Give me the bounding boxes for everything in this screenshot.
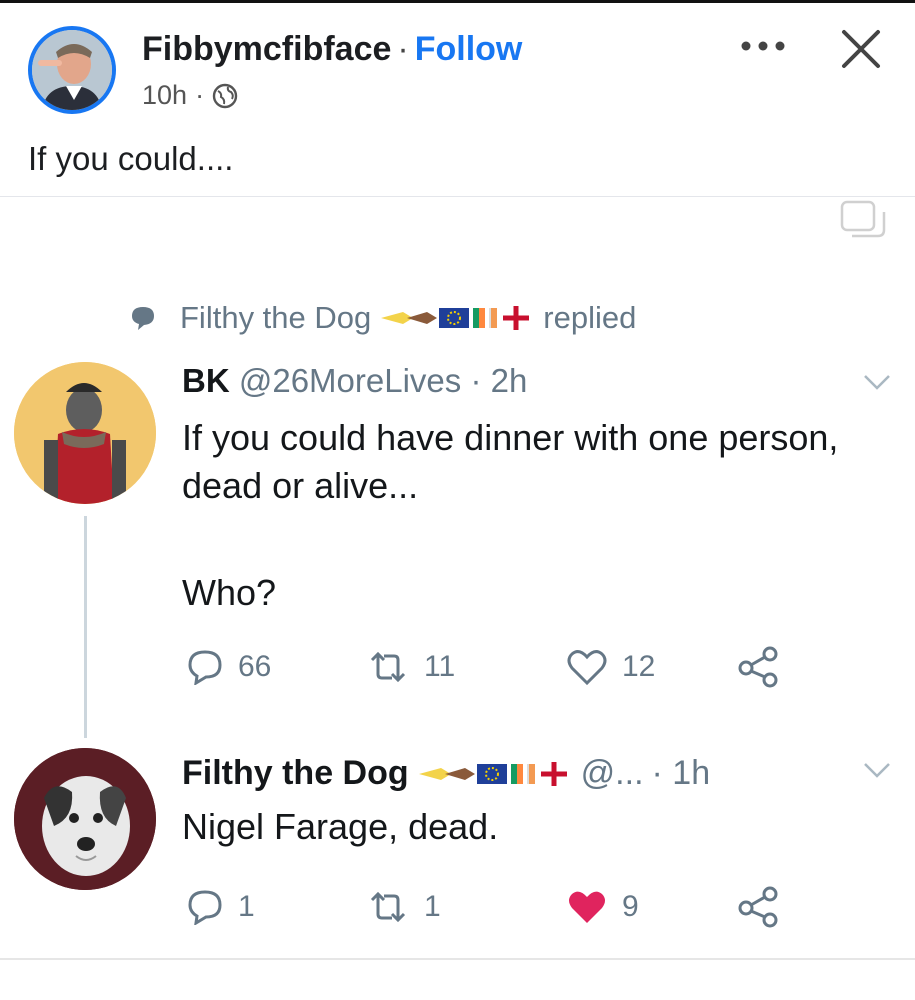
replier-name[interactable]: Filthy the Dog bbox=[180, 300, 371, 336]
tweet1-retweet-button[interactable]: 11 bbox=[366, 650, 566, 684]
tweet2-reply-count: 1 bbox=[238, 890, 255, 923]
name-separator: · bbox=[397, 30, 409, 68]
tweet2-retweet-button[interactable]: 1 bbox=[366, 890, 566, 924]
post-time[interactable]: 10h bbox=[142, 80, 187, 111]
follow-button[interactable]: Follow bbox=[415, 30, 523, 68]
tweet1-actions: 66 11 12 bbox=[186, 646, 782, 688]
tweet1-time[interactable]: · 2h bbox=[470, 362, 527, 399]
tweet1-like-button[interactable]: 12 bbox=[566, 648, 736, 686]
bk-avatar-icon bbox=[14, 362, 156, 504]
tweet1-reply-button[interactable]: 66 bbox=[186, 649, 366, 685]
speech-bubble-icon bbox=[132, 307, 154, 330]
replied-label: replied bbox=[543, 300, 637, 335]
tweet2-like-button[interactable]: 9 bbox=[566, 888, 736, 926]
filthy-the-dog-avatar[interactable] bbox=[14, 748, 156, 890]
avatar-photo-icon bbox=[32, 30, 112, 110]
tweet1-reply-count: 66 bbox=[238, 650, 272, 683]
tweet1-like-count: 12 bbox=[622, 650, 656, 683]
tweet1-question: Who? bbox=[182, 572, 277, 613]
tweet2-handle[interactable]: @... bbox=[581, 754, 644, 793]
tweet2-text: Nigel Farage, dead. bbox=[182, 806, 499, 847]
share-icon[interactable] bbox=[736, 886, 782, 928]
flags-emoji-icon bbox=[381, 306, 530, 330]
bk-avatar[interactable] bbox=[14, 362, 156, 504]
share-icon[interactable] bbox=[736, 646, 782, 688]
post-author-row: Fibbymcfibface · Follow bbox=[142, 30, 522, 69]
tweet2-author-name[interactable]: Filthy the Dog bbox=[182, 754, 409, 793]
tweet2-emoji-strip bbox=[415, 759, 575, 789]
more-options-icon[interactable] bbox=[738, 36, 788, 56]
meta-separator: · bbox=[195, 80, 205, 110]
tweet2-reply-button[interactable]: 1 bbox=[186, 889, 366, 925]
thread-line bbox=[84, 516, 87, 738]
profile-avatar[interactable] bbox=[28, 26, 116, 114]
retweet-icon bbox=[370, 651, 406, 683]
chevron-down-icon[interactable] bbox=[862, 372, 892, 392]
tweet1-author-name[interactable]: BK bbox=[182, 362, 230, 399]
post-meta: 10h · bbox=[142, 80, 238, 111]
close-icon[interactable] bbox=[836, 24, 886, 74]
replied-context: Filthy the Dog replied bbox=[128, 300, 636, 336]
tweet2-time[interactable]: · 1h bbox=[652, 754, 711, 793]
tweet2-retweet-count: 1 bbox=[424, 890, 441, 923]
tweet2-actions: 1 1 9 bbox=[186, 886, 782, 928]
post-author-name[interactable]: Fibbymcfibface bbox=[142, 30, 391, 68]
bottom-divider bbox=[0, 958, 915, 960]
heart-filled-icon bbox=[569, 891, 605, 923]
tweet1-handle[interactable]: @26MoreLives bbox=[239, 362, 461, 399]
tweet2-header: Filthy the Dog @... · 1h bbox=[182, 754, 710, 793]
heart-outline-icon bbox=[567, 650, 607, 686]
retweet-icon bbox=[370, 891, 406, 923]
globe-icon bbox=[212, 83, 238, 108]
post-text: If you could.... bbox=[28, 140, 234, 177]
reply-icon bbox=[188, 650, 222, 685]
flags-emoji-icon bbox=[418, 761, 567, 786]
chevron-down-icon[interactable] bbox=[862, 760, 892, 780]
copy-icon bbox=[840, 200, 886, 238]
emoji-strip bbox=[377, 304, 537, 332]
dog-avatar-icon bbox=[14, 748, 156, 890]
tweet1-header: BK @26MoreLives · 2h bbox=[182, 362, 527, 400]
tweet2-like-count: 9 bbox=[622, 890, 639, 923]
top-border bbox=[0, 0, 915, 3]
reply-icon bbox=[188, 890, 222, 925]
tweet1-retweet-count: 11 bbox=[424, 650, 456, 683]
tweet1-text: If you could have dinner with one person… bbox=[182, 417, 839, 506]
